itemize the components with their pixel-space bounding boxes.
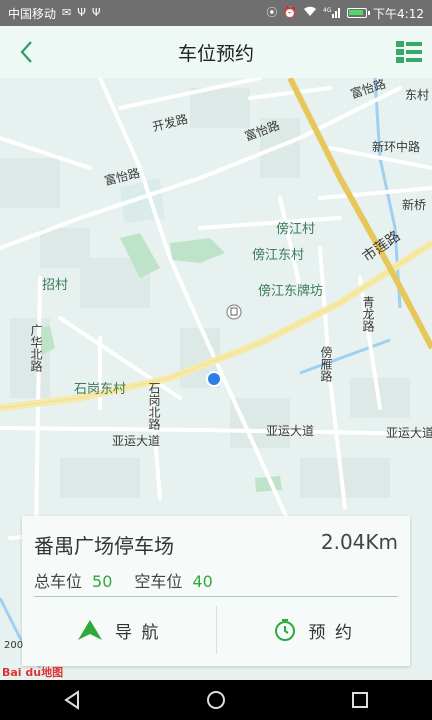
map-label: 青龙路	[361, 296, 375, 332]
map-label: 新环中路	[372, 140, 421, 154]
app-header: 车位预约	[0, 26, 432, 79]
baidu-map-logo: Bai du地图	[2, 666, 64, 679]
mail-icon: ✉	[62, 6, 72, 19]
reserve-label: 预 约	[308, 622, 354, 643]
empty-spaces-value: 40	[192, 572, 213, 591]
map-label: 石岗北路	[147, 382, 161, 430]
map-label: 傍江东村	[252, 248, 305, 263]
signal-icon: 4G	[323, 6, 341, 21]
page-title: 车位预约	[177, 42, 254, 65]
map-label: 招村	[42, 278, 69, 293]
total-spaces-value: 50	[92, 572, 113, 591]
map-scale-text: 200	[4, 640, 24, 651]
map-scale: 200	[4, 640, 23, 651]
wifi-icon	[303, 6, 317, 20]
usb-debug-icon: Ψ	[91, 6, 101, 19]
map-label: 傍江东牌坊	[258, 284, 324, 299]
card-actions: 导 航 预 约	[22, 600, 410, 660]
bus-stop-icon	[226, 304, 242, 320]
navigate-button[interactable]: 导 航	[22, 600, 216, 660]
status-bar: 中国移动 ✉ Ψ Ψ ⦿ ⏰ 4G 下午4:12	[0, 0, 432, 26]
location-icon: ⦿	[266, 6, 278, 19]
map-label: 新桥	[402, 198, 427, 212]
map-label: 亚运大道	[386, 426, 432, 440]
total-spaces-label: 总车位	[34, 572, 83, 591]
reserve-button[interactable]: 预 约	[217, 600, 411, 660]
navigation-arrow-icon	[78, 620, 103, 640]
card-divider	[34, 596, 398, 597]
map-label: 亚运大道	[112, 434, 161, 448]
status-time: 下午4:12	[373, 6, 424, 21]
svg-text:4G: 4G	[323, 7, 332, 14]
alarm-icon: ⏰	[283, 6, 298, 19]
system-nav-bar	[0, 680, 432, 720]
navigate-label: 导 航	[115, 622, 161, 643]
home-circle-icon[interactable]	[205, 689, 227, 711]
carrier-text: 中国移动	[8, 6, 57, 21]
map-label: 亚运大道	[266, 424, 315, 438]
back-arrow-icon[interactable]	[14, 38, 42, 66]
back-triangle-icon[interactable]	[61, 689, 83, 711]
stopwatch-icon	[274, 619, 295, 641]
usb-icon: Ψ	[77, 6, 86, 19]
battery-icon	[347, 8, 371, 18]
map-label: 傍江村	[276, 222, 316, 237]
map-label: 傍雁路	[319, 346, 333, 382]
empty-spaces-label: 空车位	[134, 572, 183, 591]
parking-info-card: 番禺广场停车场 2.04Km 总车位 50 空车位 40 导 航 预 约	[22, 516, 410, 666]
current-location-icon	[206, 371, 222, 387]
parking-lot-name: 番禺广场停车场	[34, 534, 174, 558]
parking-distance: 2.04Km	[320, 530, 398, 554]
list-grid-icon[interactable]	[396, 40, 422, 64]
map-label: 东村	[405, 88, 430, 102]
map-label: 石岗东村	[74, 382, 127, 397]
map-label: 广华北路	[29, 324, 43, 372]
recents-square-icon[interactable]	[349, 689, 371, 711]
parking-stats: 总车位 50 空车位 40	[34, 568, 235, 592]
